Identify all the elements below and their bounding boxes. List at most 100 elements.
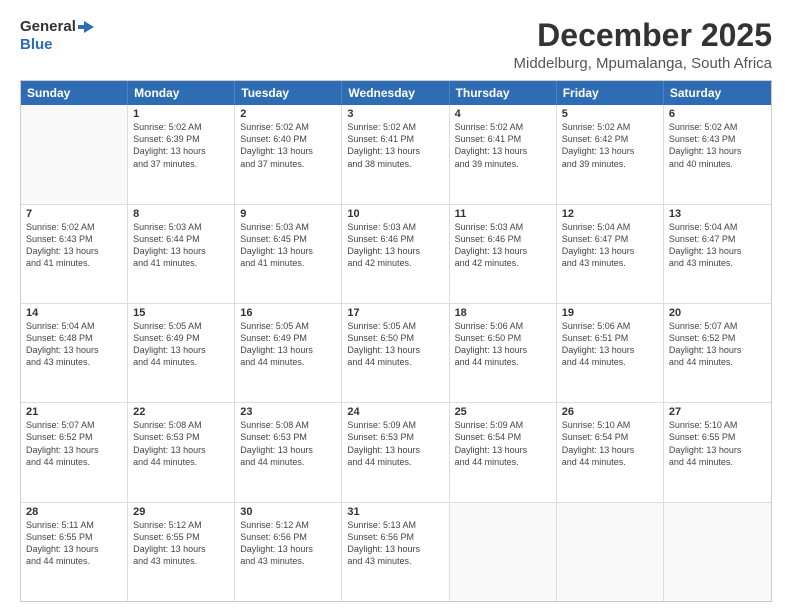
- day-number-30: 30: [240, 506, 336, 518]
- logo-general-text: General: [20, 18, 76, 35]
- day-info-3: Sunrise: 5:02 AM Sunset: 6:41 PM Dayligh…: [347, 121, 443, 170]
- day-number-28: 28: [26, 506, 122, 518]
- day-number-26: 26: [562, 406, 658, 418]
- day-info-19: Sunrise: 5:06 AM Sunset: 6:51 PM Dayligh…: [562, 320, 658, 369]
- week-row-1: 1Sunrise: 5:02 AM Sunset: 6:39 PM Daylig…: [21, 105, 771, 204]
- day-8: 8Sunrise: 5:03 AM Sunset: 6:44 PM Daylig…: [128, 205, 235, 303]
- week-row-2: 7Sunrise: 5:02 AM Sunset: 6:43 PM Daylig…: [21, 205, 771, 304]
- day-23: 23Sunrise: 5:08 AM Sunset: 6:53 PM Dayli…: [235, 403, 342, 501]
- day-15: 15Sunrise: 5:05 AM Sunset: 6:49 PM Dayli…: [128, 304, 235, 402]
- day-31: 31Sunrise: 5:13 AM Sunset: 6:56 PM Dayli…: [342, 503, 449, 601]
- day-info-17: Sunrise: 5:05 AM Sunset: 6:50 PM Dayligh…: [347, 320, 443, 369]
- day-number-19: 19: [562, 307, 658, 319]
- day-number-7: 7: [26, 208, 122, 220]
- day-27: 27Sunrise: 5:10 AM Sunset: 6:55 PM Dayli…: [664, 403, 771, 501]
- day-number-27: 27: [669, 406, 766, 418]
- day-info-16: Sunrise: 5:05 AM Sunset: 6:49 PM Dayligh…: [240, 320, 336, 369]
- day-info-21: Sunrise: 5:07 AM Sunset: 6:52 PM Dayligh…: [26, 419, 122, 468]
- day-info-12: Sunrise: 5:04 AM Sunset: 6:47 PM Dayligh…: [562, 221, 658, 270]
- day-info-31: Sunrise: 5:13 AM Sunset: 6:56 PM Dayligh…: [347, 519, 443, 568]
- day-number-8: 8: [133, 208, 229, 220]
- day-10: 10Sunrise: 5:03 AM Sunset: 6:46 PM Dayli…: [342, 205, 449, 303]
- logo-blue-text: Blue: [20, 36, 53, 53]
- header-saturday: Saturday: [664, 81, 771, 105]
- day-19: 19Sunrise: 5:06 AM Sunset: 6:51 PM Dayli…: [557, 304, 664, 402]
- empty-cell-4-5: [557, 503, 664, 601]
- empty-cell-0-0: [21, 105, 128, 203]
- day-info-27: Sunrise: 5:10 AM Sunset: 6:55 PM Dayligh…: [669, 419, 766, 468]
- day-6: 6Sunrise: 5:02 AM Sunset: 6:43 PM Daylig…: [664, 105, 771, 203]
- day-28: 28Sunrise: 5:11 AM Sunset: 6:55 PM Dayli…: [21, 503, 128, 601]
- day-number-6: 6: [669, 108, 766, 120]
- day-29: 29Sunrise: 5:12 AM Sunset: 6:55 PM Dayli…: [128, 503, 235, 601]
- day-info-18: Sunrise: 5:06 AM Sunset: 6:50 PM Dayligh…: [455, 320, 551, 369]
- day-20: 20Sunrise: 5:07 AM Sunset: 6:52 PM Dayli…: [664, 304, 771, 402]
- calendar-header: Sunday Monday Tuesday Wednesday Thursday…: [21, 81, 771, 105]
- day-info-4: Sunrise: 5:02 AM Sunset: 6:41 PM Dayligh…: [455, 121, 551, 170]
- header: General Blue December 2025 Middelburg, M…: [20, 18, 772, 72]
- day-1: 1Sunrise: 5:02 AM Sunset: 6:39 PM Daylig…: [128, 105, 235, 203]
- header-thursday: Thursday: [450, 81, 557, 105]
- week-row-3: 14Sunrise: 5:04 AM Sunset: 6:48 PM Dayli…: [21, 304, 771, 403]
- day-info-23: Sunrise: 5:08 AM Sunset: 6:53 PM Dayligh…: [240, 419, 336, 468]
- day-number-23: 23: [240, 406, 336, 418]
- day-number-5: 5: [562, 108, 658, 120]
- calendar: Sunday Monday Tuesday Wednesday Thursday…: [20, 80, 772, 602]
- subtitle: Middelburg, Mpumalanga, South Africa: [514, 55, 772, 72]
- day-25: 25Sunrise: 5:09 AM Sunset: 6:54 PM Dayli…: [450, 403, 557, 501]
- day-number-15: 15: [133, 307, 229, 319]
- header-monday: Monday: [128, 81, 235, 105]
- page: General Blue December 2025 Middelburg, M…: [0, 0, 792, 612]
- header-wednesday: Wednesday: [342, 81, 449, 105]
- day-24: 24Sunrise: 5:09 AM Sunset: 6:53 PM Dayli…: [342, 403, 449, 501]
- logo-arrow-icon: [78, 18, 96, 36]
- day-info-14: Sunrise: 5:04 AM Sunset: 6:48 PM Dayligh…: [26, 320, 122, 369]
- day-info-20: Sunrise: 5:07 AM Sunset: 6:52 PM Dayligh…: [669, 320, 766, 369]
- day-number-2: 2: [240, 108, 336, 120]
- day-info-29: Sunrise: 5:12 AM Sunset: 6:55 PM Dayligh…: [133, 519, 229, 568]
- day-number-20: 20: [669, 307, 766, 319]
- logo: General Blue: [20, 18, 96, 53]
- day-30: 30Sunrise: 5:12 AM Sunset: 6:56 PM Dayli…: [235, 503, 342, 601]
- week-row-4: 21Sunrise: 5:07 AM Sunset: 6:52 PM Dayli…: [21, 403, 771, 502]
- day-number-14: 14: [26, 307, 122, 319]
- day-info-7: Sunrise: 5:02 AM Sunset: 6:43 PM Dayligh…: [26, 221, 122, 270]
- day-number-4: 4: [455, 108, 551, 120]
- day-16: 16Sunrise: 5:05 AM Sunset: 6:49 PM Dayli…: [235, 304, 342, 402]
- day-number-10: 10: [347, 208, 443, 220]
- day-number-16: 16: [240, 307, 336, 319]
- day-9: 9Sunrise: 5:03 AM Sunset: 6:45 PM Daylig…: [235, 205, 342, 303]
- calendar-body: 1Sunrise: 5:02 AM Sunset: 6:39 PM Daylig…: [21, 105, 771, 601]
- day-14: 14Sunrise: 5:04 AM Sunset: 6:48 PM Dayli…: [21, 304, 128, 402]
- day-info-11: Sunrise: 5:03 AM Sunset: 6:46 PM Dayligh…: [455, 221, 551, 270]
- day-info-8: Sunrise: 5:03 AM Sunset: 6:44 PM Dayligh…: [133, 221, 229, 270]
- day-17: 17Sunrise: 5:05 AM Sunset: 6:50 PM Dayli…: [342, 304, 449, 402]
- day-info-28: Sunrise: 5:11 AM Sunset: 6:55 PM Dayligh…: [26, 519, 122, 568]
- header-sunday: Sunday: [21, 81, 128, 105]
- day-info-24: Sunrise: 5:09 AM Sunset: 6:53 PM Dayligh…: [347, 419, 443, 468]
- day-number-31: 31: [347, 506, 443, 518]
- day-info-26: Sunrise: 5:10 AM Sunset: 6:54 PM Dayligh…: [562, 419, 658, 468]
- day-11: 11Sunrise: 5:03 AM Sunset: 6:46 PM Dayli…: [450, 205, 557, 303]
- day-13: 13Sunrise: 5:04 AM Sunset: 6:47 PM Dayli…: [664, 205, 771, 303]
- day-info-30: Sunrise: 5:12 AM Sunset: 6:56 PM Dayligh…: [240, 519, 336, 568]
- day-2: 2Sunrise: 5:02 AM Sunset: 6:40 PM Daylig…: [235, 105, 342, 203]
- day-26: 26Sunrise: 5:10 AM Sunset: 6:54 PM Dayli…: [557, 403, 664, 501]
- day-7: 7Sunrise: 5:02 AM Sunset: 6:43 PM Daylig…: [21, 205, 128, 303]
- day-18: 18Sunrise: 5:06 AM Sunset: 6:50 PM Dayli…: [450, 304, 557, 402]
- day-number-9: 9: [240, 208, 336, 220]
- day-number-12: 12: [562, 208, 658, 220]
- day-number-3: 3: [347, 108, 443, 120]
- day-12: 12Sunrise: 5:04 AM Sunset: 6:47 PM Dayli…: [557, 205, 664, 303]
- day-info-25: Sunrise: 5:09 AM Sunset: 6:54 PM Dayligh…: [455, 419, 551, 468]
- day-info-22: Sunrise: 5:08 AM Sunset: 6:53 PM Dayligh…: [133, 419, 229, 468]
- day-number-25: 25: [455, 406, 551, 418]
- day-number-29: 29: [133, 506, 229, 518]
- day-number-17: 17: [347, 307, 443, 319]
- empty-cell-4-4: [450, 503, 557, 601]
- day-22: 22Sunrise: 5:08 AM Sunset: 6:53 PM Dayli…: [128, 403, 235, 501]
- title-block: December 2025 Middelburg, Mpumalanga, So…: [514, 18, 772, 72]
- day-number-11: 11: [455, 208, 551, 220]
- day-21: 21Sunrise: 5:07 AM Sunset: 6:52 PM Dayli…: [21, 403, 128, 501]
- day-info-2: Sunrise: 5:02 AM Sunset: 6:40 PM Dayligh…: [240, 121, 336, 170]
